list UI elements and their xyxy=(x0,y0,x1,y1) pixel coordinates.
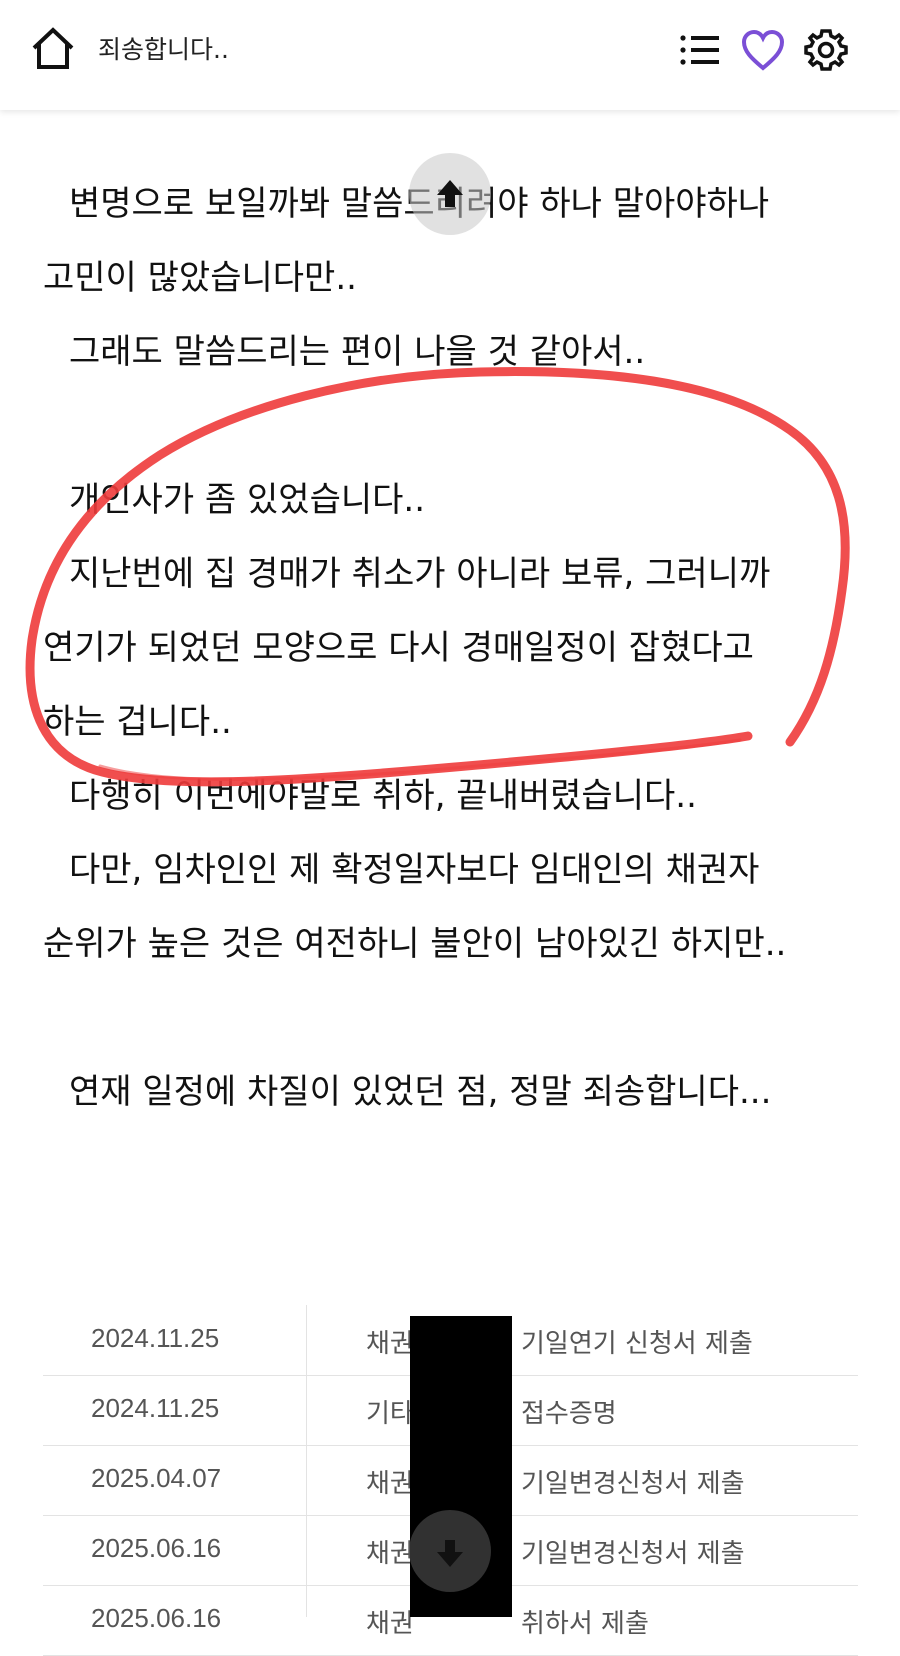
arrow-up-icon xyxy=(437,180,463,207)
table-cell-date: 2024.11.25 xyxy=(91,1393,220,1423)
table-cell-date: 2024.11.25 xyxy=(91,1323,220,1353)
text-line: 연기가 되었던 모양으로 다시 경매일정이 잡혔다고 xyxy=(43,628,754,668)
text-line: 다행히 이번에야말로 취하, 끝내버렸습니다.. xyxy=(69,776,697,816)
table-column-divider xyxy=(306,1305,307,1617)
list-button[interactable] xyxy=(678,28,722,72)
home-icon xyxy=(32,27,74,69)
text-line: 하는 겁니다.. xyxy=(43,702,232,742)
text-line: 고민이 많았습니다만.. xyxy=(43,258,357,298)
list-icon xyxy=(680,35,719,65)
favorite-button[interactable] xyxy=(741,28,785,72)
arrow-down-icon xyxy=(437,1540,463,1567)
settings-button[interactable] xyxy=(804,28,848,72)
page-title: 죄송합니다.. xyxy=(98,35,229,64)
scroll-up-button[interactable] xyxy=(409,153,491,235)
scroll-down-button[interactable] xyxy=(409,1510,491,1592)
table-cell-date: 2025.04.07 xyxy=(91,1463,222,1493)
text-line: 지난번에 집 경매가 취소가 아니라 보류, 그러니까 xyxy=(69,554,771,594)
home-button[interactable] xyxy=(30,26,76,72)
text-line: 순위가 높은 것은 여전하니 불안이 남아있긴 하지만.. xyxy=(43,924,787,964)
table-cell-date: 2025.06.16 xyxy=(91,1603,222,1633)
top-bar: 죄송합니다.. xyxy=(0,0,900,110)
gear-icon xyxy=(804,29,848,71)
text-line: 연재 일정에 차질이 있었던 점, 정말 죄송합니다... xyxy=(69,1072,772,1112)
text-line: 개인사가 좀 있었습니다.. xyxy=(69,480,426,520)
table-cell-date: 2025.06.16 xyxy=(91,1533,222,1563)
text-line: 다만, 임차인인 제 확정일자보다 임대인의 채권자 xyxy=(69,850,760,890)
heart-icon xyxy=(741,29,785,71)
text-line: 그래도 말씀드리는 편이 나을 것 같아서.. xyxy=(69,332,646,372)
